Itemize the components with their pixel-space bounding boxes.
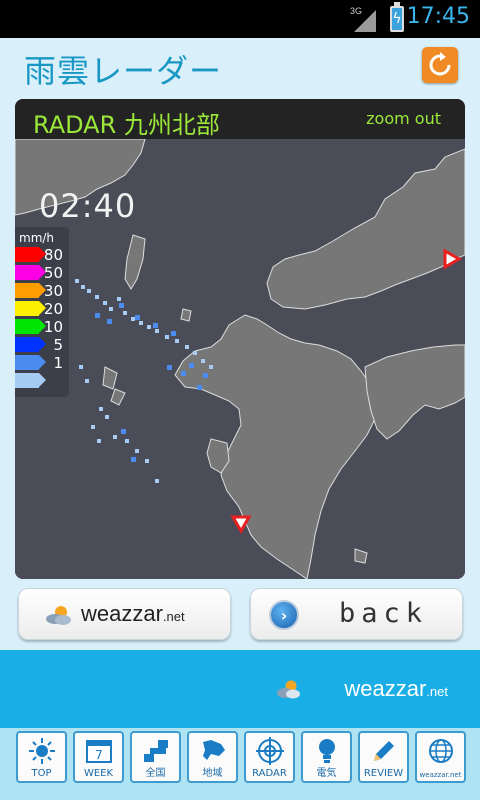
legend-swatch [15, 337, 46, 352]
nav-label: 電気 [316, 768, 337, 779]
legend-swatch [15, 355, 46, 370]
radar-title: RADAR 九州北部 [33, 111, 220, 139]
battery-icon: ϟ [390, 2, 404, 32]
app-header: 雨雲レーダー [0, 38, 480, 94]
japan-map-icon [143, 740, 168, 762]
honshu-landmass [266, 148, 465, 310]
back-button[interactable]: › back [250, 588, 463, 640]
legend-swatch [15, 283, 46, 298]
nav-item-week[interactable]: 7 WEEK [73, 731, 124, 783]
nav-item-top[interactable]: TOP [16, 731, 67, 783]
legend-row: 50 [15, 263, 69, 282]
sun-icon [28, 738, 55, 764]
nav-label: weazzar.net [419, 771, 462, 779]
signal-icon [354, 10, 376, 32]
nav-item-radar[interactable]: RADAR [244, 731, 295, 783]
yakushima-island [354, 548, 368, 564]
nav-label: RADAR [252, 768, 287, 779]
weather-logo-icon [277, 680, 300, 699]
legend-row: 80 [15, 245, 69, 264]
calendar-icon: 7 [85, 740, 112, 763]
weazzar-button[interactable]: weazzar.net [18, 588, 231, 640]
legend-row [15, 371, 69, 389]
weather-logo-icon [46, 606, 71, 625]
nav-item-weazzar[interactable]: weazzar.net [415, 731, 466, 783]
nav-item-review[interactable]: REVIEW [358, 731, 409, 783]
radar-icon [255, 737, 284, 765]
legend-row: 1 [15, 353, 69, 372]
main-content: RADAR 九州北部 zoom out 02:40 mm/h 80 50 30 … [0, 94, 480, 650]
nav-item-denki[interactable]: 電気 [301, 731, 352, 783]
refresh-button[interactable] [422, 47, 458, 83]
refresh-icon [429, 52, 451, 76]
page-title: 雨雲レーダー [24, 52, 223, 90]
globe-icon [428, 739, 453, 763]
legend-unit: mm/h [19, 231, 55, 245]
nav-item-zenkoku[interactable]: 全国 [130, 731, 181, 783]
ad-logo-text: weazzar.net [344, 676, 448, 701]
iki-island [180, 308, 192, 322]
legend-row: 20 [15, 299, 69, 318]
radar-time: 02:40 [39, 187, 137, 225]
legend-swatch [15, 247, 46, 262]
rain-legend: mm/h 80 50 30 20 10 5 1 [15, 227, 69, 397]
radar-header: RADAR 九州北部 zoom out [15, 99, 465, 139]
weazzar-logo-text: weazzar.net [81, 601, 185, 626]
legend-row: 30 [15, 281, 69, 300]
status-clock: 17:45 [406, 4, 470, 29]
legend-row: 10 [15, 317, 69, 336]
kyushu-landmass [174, 314, 378, 579]
lightbulb-icon [318, 739, 335, 763]
radar-map[interactable]: 02:40 mm/h 80 50 30 20 10 5 1 [15, 139, 465, 579]
radar-marker-south [230, 515, 252, 535]
legend-swatch [15, 319, 46, 334]
legend-swatch [15, 301, 46, 316]
chevron-right-icon: › [269, 600, 299, 630]
ad-banner[interactable]: weazzar.net [0, 650, 480, 728]
radar-panel: RADAR 九州北部 zoom out 02:40 mm/h 80 50 30 … [15, 99, 465, 579]
legend-row: 5 [15, 335, 69, 354]
nav-label: TOP [31, 768, 52, 779]
legend-swatch [15, 265, 46, 280]
svg-text:7: 7 [95, 748, 103, 762]
status-bar: 3G ϟ 17:45 [0, 0, 480, 38]
nav-label: WEEK [83, 768, 114, 779]
nav-label: 地域 [202, 768, 223, 779]
zoom-out-button[interactable]: zoom out [366, 109, 441, 128]
goto-island-2 [110, 388, 126, 406]
nav-label: 全国 [145, 768, 166, 779]
goto-island-1 [102, 366, 118, 390]
back-button-label: back [339, 598, 429, 629]
nav-item-chiiki[interactable]: 地域 [187, 731, 238, 783]
shikoku-landmass [364, 344, 465, 440]
legend-swatch [15, 373, 46, 388]
nav-label: REVIEW [363, 768, 404, 779]
pencil-icon [373, 741, 394, 761]
hokkaido-icon [202, 740, 225, 760]
bottom-nav: TOP 7 WEEK 全国 地域 RADAR 電気 REVIEW weazzar… [0, 728, 480, 800]
tsushima-island [124, 234, 146, 290]
